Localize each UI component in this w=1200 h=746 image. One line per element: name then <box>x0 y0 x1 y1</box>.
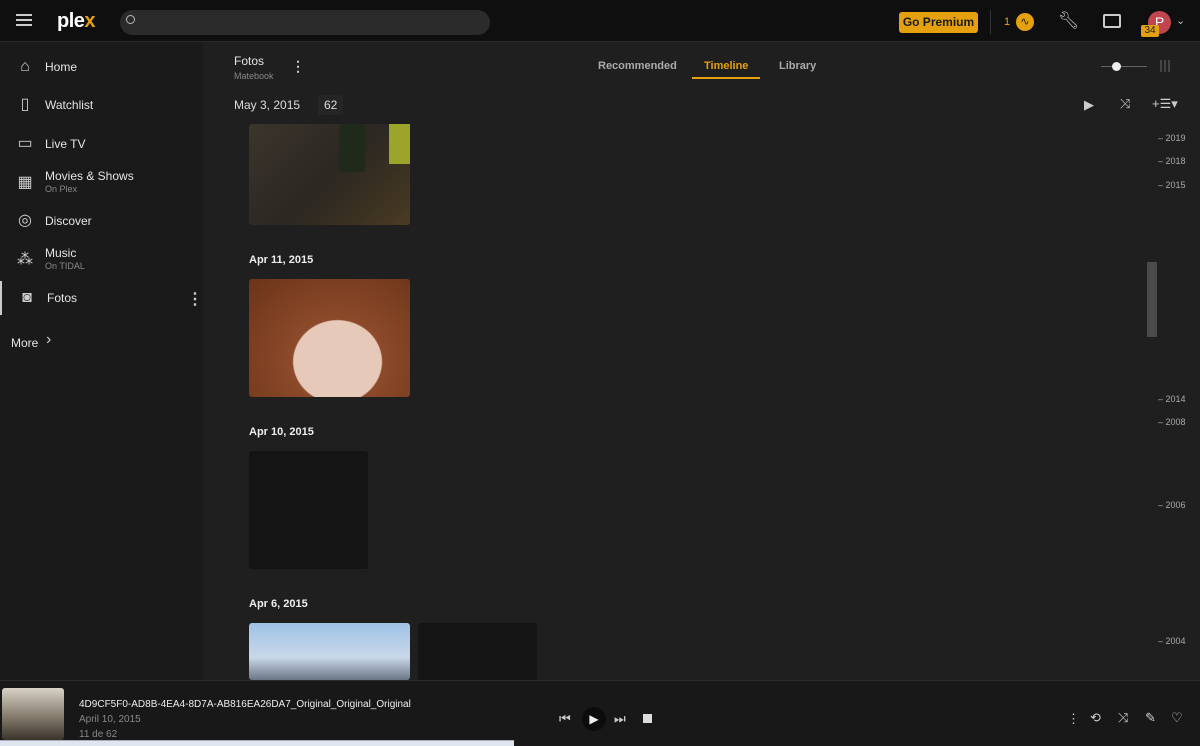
sidebar-item-label: Live TV <box>45 137 86 151</box>
item-count: 62 <box>318 95 344 115</box>
tab-recommended[interactable]: Recommended <box>598 60 677 72</box>
search-icon <box>126 15 135 24</box>
play-icon[interactable]: ▶ <box>1084 97 1094 113</box>
plex-logo[interactable]: plex <box>57 10 96 33</box>
more-options-icon[interactable]: ⋮ <box>187 289 203 309</box>
sidebar-item-watchlist[interactable]: ▯ Watchlist <box>0 88 203 122</box>
timeline-year[interactable]: – 2004 <box>1158 636 1186 646</box>
next-icon[interactable]: ⏭︎ <box>614 711 626 727</box>
sidebar-item-home[interactable]: ⌂ Home <box>0 50 203 84</box>
notification-badge: 34 <box>1141 25 1159 37</box>
chevron-down-icon[interactable]: ⌄ <box>1176 14 1185 27</box>
sidebar-item-label: Home <box>45 60 78 74</box>
sidebar-more[interactable]: More › <box>0 326 203 360</box>
sidebar-item-label: Fotos <box>47 291 78 305</box>
now-playing-title[interactable]: 4D9CF5F0-AD8B-4EA4-8D7A-AB816EA26DA7_Ori… <box>79 699 411 710</box>
browser-status-bar <box>0 740 514 746</box>
sidebar-item-label: Music <box>45 246 77 260</box>
add-to-playlist-icon[interactable]: +☰▾ <box>1152 96 1178 112</box>
size-slider[interactable] <box>1101 66 1147 67</box>
photo-thumbnail[interactable] <box>249 451 368 569</box>
film-icon: ▦ <box>17 174 33 191</box>
shuffle-icon[interactable]: ⤨ <box>1120 96 1130 112</box>
sidebar-item-sub: On TIDAL <box>45 261 85 271</box>
size-slider-handle[interactable] <box>1112 62 1121 71</box>
sidebar-item-sub: On Plex <box>45 184 78 194</box>
timeline-year[interactable]: – 2008 <box>1158 417 1186 427</box>
divider <box>990 10 991 34</box>
library-title: Fotos <box>234 54 265 68</box>
sidebar-item-label: Watchlist <box>45 98 94 112</box>
photo-thumbnail[interactable] <box>418 623 537 680</box>
tidal-icon: ⁂ <box>17 251 33 268</box>
repeat-icon[interactable]: ⟲ <box>1090 710 1101 726</box>
sidebar-item-music[interactable]: ⁂ Music On TIDAL <box>0 243 203 277</box>
more-options-icon[interactable]: ⋮ <box>1067 711 1080 727</box>
photo-thumbnail[interactable] <box>249 279 410 397</box>
go-premium-button[interactable]: Go Premium <box>899 12 978 33</box>
sidebar-item-fotos[interactable]: ◙ Fotos ⋮ <box>0 281 203 315</box>
library-options-icon[interactable]: ⋮ <box>291 58 305 75</box>
timeline-year[interactable]: – 2015 <box>1158 180 1186 190</box>
server-name: Matebook <box>234 71 274 81</box>
play-button[interactable]: ▶ <box>582 707 606 731</box>
top-bar: plex Go Premium 1 ∿ 🔧︎ P 34 ⌄ <box>0 0 1200 42</box>
sidebar-item-live-tv[interactable]: ▭ Live TV <box>0 127 203 161</box>
camera-icon: ◙ <box>22 289 32 306</box>
sidebar-item-label: Discover <box>45 214 92 228</box>
bottle-shape <box>339 124 365 172</box>
sidebar-item-label: Movies & Shows <box>45 169 134 183</box>
sidebar-item-movies-shows[interactable]: ▦ Movies & Shows On Plex <box>0 166 203 200</box>
timeline-year[interactable]: – 2019 <box>1158 133 1186 143</box>
now-playing-date: April 10, 2015 <box>79 714 141 725</box>
tv-icon: ▭ <box>17 135 33 152</box>
compass-icon: ◎ <box>18 212 32 229</box>
previous-icon[interactable]: ⏮︎ <box>559 711 571 727</box>
home-icon: ⌂ <box>20 58 30 75</box>
current-date: May 3, 2015 <box>234 98 301 112</box>
edit-icon[interactable]: ✎ <box>1145 710 1156 726</box>
activity-icon[interactable]: ∿ <box>1016 13 1034 31</box>
activity-count: 1 <box>1004 16 1011 28</box>
shuffle-icon[interactable]: ⤨ <box>1118 710 1128 726</box>
photo-thumbnail[interactable] <box>249 124 410 225</box>
cast-icon[interactable] <box>1103 14 1121 28</box>
tab-timeline[interactable]: Timeline <box>692 60 761 79</box>
settings-wrench-icon[interactable]: 🔧︎ <box>1058 11 1080 31</box>
search-input[interactable] <box>120 10 490 35</box>
bookmark-icon: ▯ <box>20 96 30 113</box>
sidebar: ⌂ Home ▯ Watchlist ▭ Live TV ▦ Movies & Show… <box>0 42 203 680</box>
timeline-year[interactable]: – 2018 <box>1158 156 1186 166</box>
photo-thumbnail[interactable] <box>249 623 410 680</box>
more-label: More <box>11 336 39 350</box>
group-date: Apr 11, 2015 <box>249 254 314 266</box>
now-playing-thumbnail[interactable] <box>2 688 64 740</box>
grid-icon[interactable] <box>1160 60 1172 72</box>
stop-icon[interactable] <box>643 714 652 723</box>
timeline-year[interactable]: – 2006 <box>1158 500 1186 510</box>
timeline-scrubber[interactable] <box>1147 262 1157 337</box>
heart-icon[interactable]: ♡ <box>1171 710 1183 726</box>
now-playing-position: 11 de 62 <box>79 729 118 740</box>
timeline-year[interactable]: – 2014 <box>1158 394 1186 404</box>
sidebar-item-discover[interactable]: ◎ Discover <box>0 204 203 238</box>
group-date: Apr 6, 2015 <box>249 598 308 610</box>
tab-library[interactable]: Library <box>779 60 816 72</box>
group-date: Apr 10, 2015 <box>249 426 314 438</box>
package-shape <box>389 124 410 164</box>
menu-icon[interactable] <box>16 14 32 26</box>
chevron-right-icon: › <box>46 331 52 348</box>
